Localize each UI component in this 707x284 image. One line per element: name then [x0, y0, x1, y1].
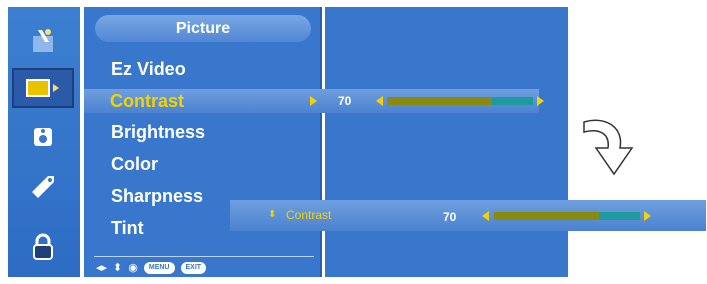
menu-divider [94, 256, 314, 257]
tag-icon[interactable] [12, 167, 74, 207]
left-right-arrows-icon: ◂▸ [96, 262, 108, 274]
contrast-popup[interactable]: ⬍ Contrast 70 [230, 200, 706, 231]
picture-magic-icon[interactable] [12, 21, 74, 61]
menu-item-brightness[interactable]: Brightness [111, 122, 205, 143]
popup-contrast-value: 70 [443, 210, 457, 224]
menu-item-sharpness[interactable]: Sharpness [111, 186, 203, 207]
curved-down-arrow-icon [583, 119, 634, 176]
popup-contrast-label: Contrast [286, 208, 332, 222]
exit-badge: EXIT [180, 261, 207, 274]
sound-lock-icon[interactable] [12, 115, 74, 155]
up-down-arrows-icon: ⬍ [113, 262, 123, 274]
sidebar [8, 7, 80, 277]
popup-slider-fill [494, 212, 600, 220]
screen-icon[interactable] [12, 68, 74, 108]
contrast-value: 70 [338, 94, 352, 108]
contrast-slider[interactable] [387, 97, 533, 105]
menu-item-ez-video[interactable]: Ez Video [111, 59, 186, 80]
picture-menu: Picture Ez Video Brightness Color Sharpn… [84, 7, 322, 277]
increase-arrow-icon[interactable] [537, 96, 544, 106]
menu-item-contrast[interactable]: Contrast 70 [84, 89, 544, 113]
popup-increase-arrow-icon[interactable] [644, 211, 651, 221]
submenu-arrow-icon [310, 96, 317, 106]
navigation-hint-bar: ◂▸ ⬍ ◉ MENU EXIT [96, 261, 207, 274]
menu-title: Picture [95, 15, 311, 42]
popup-contrast-slider[interactable] [494, 212, 640, 220]
menu-item-tint[interactable]: Tint [111, 218, 144, 239]
menu-item-color[interactable]: Color [111, 154, 158, 175]
contrast-label: Contrast [110, 91, 185, 111]
contrast-slider-fill [387, 97, 493, 105]
menu-badge: MENU [143, 261, 175, 274]
sub-panel [325, 7, 568, 277]
decrease-arrow-icon[interactable] [376, 96, 383, 106]
up-down-arrows-icon: ⬍ [268, 209, 277, 220]
ok-circle-icon: ◉ [128, 262, 138, 274]
padlock-icon[interactable] [12, 227, 74, 267]
popup-decrease-arrow-icon[interactable] [482, 211, 489, 221]
